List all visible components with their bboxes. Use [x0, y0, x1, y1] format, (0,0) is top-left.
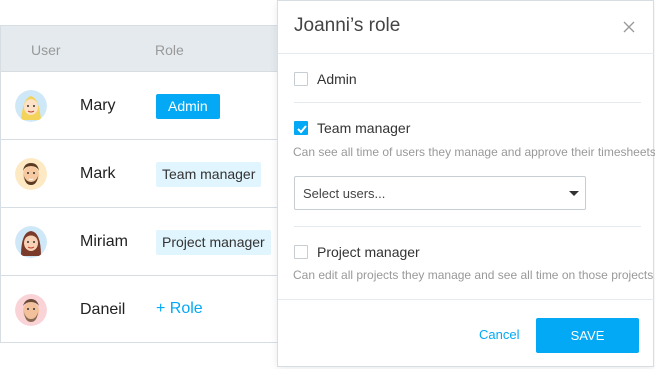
project-manager-option-label: Project manager: [317, 244, 420, 260]
role-badge-project-manager[interactable]: Project manager: [156, 230, 271, 255]
table-row[interactable]: Daneil + Role: [1, 276, 299, 344]
user-name: Mark: [80, 165, 116, 182]
role-dialog: Joanni’s role Admin Team manager Can see…: [277, 0, 655, 367]
team-manager-checkbox[interactable]: [294, 121, 308, 135]
users-table: User Role Mary Admin Mark Team manager M…: [0, 25, 300, 343]
header-divider: [278, 53, 654, 54]
avatar-mary: [15, 90, 47, 122]
team-manager-option-label: Team manager: [317, 120, 411, 136]
table-row[interactable]: Mary Admin: [1, 72, 299, 140]
table-header: User Role: [1, 26, 299, 72]
caret-down-icon: [569, 191, 579, 196]
avatar-daneil: [15, 294, 47, 326]
user-name: Mary: [80, 97, 116, 114]
close-icon[interactable]: [623, 20, 635, 33]
cancel-button[interactable]: Cancel: [479, 327, 519, 342]
admin-option-label: Admin: [317, 71, 357, 87]
table-row[interactable]: Mark Team manager: [1, 140, 299, 208]
team-manager-description: Can see all time of users they manage an…: [293, 145, 655, 159]
option-divider: [294, 102, 641, 103]
save-button[interactable]: SAVE: [536, 318, 639, 353]
select-placeholder: Select users...: [303, 186, 386, 201]
footer-divider: [278, 299, 654, 300]
add-role-link[interactable]: + Role: [156, 300, 203, 318]
user-name: Miriam: [80, 233, 128, 250]
avatar-mark: [15, 158, 47, 190]
checkmark-icon: [297, 125, 307, 134]
column-header-role: Role: [155, 42, 184, 58]
project-manager-checkbox[interactable]: [294, 245, 308, 259]
admin-checkbox[interactable]: [294, 72, 308, 86]
dialog-title: Joanni’s role: [294, 15, 401, 36]
role-badge-admin[interactable]: Admin: [156, 94, 220, 119]
role-badge-team-manager[interactable]: Team manager: [156, 162, 262, 187]
column-header-user: User: [31, 42, 61, 58]
avatar-miriam: [15, 226, 47, 258]
table-row[interactable]: Miriam Project manager: [1, 208, 299, 276]
select-users-dropdown[interactable]: Select users...: [294, 176, 586, 210]
project-manager-description: Can edit all projects they manage and se…: [293, 268, 654, 282]
user-name: Daneil: [80, 301, 126, 318]
option-divider: [294, 226, 641, 227]
